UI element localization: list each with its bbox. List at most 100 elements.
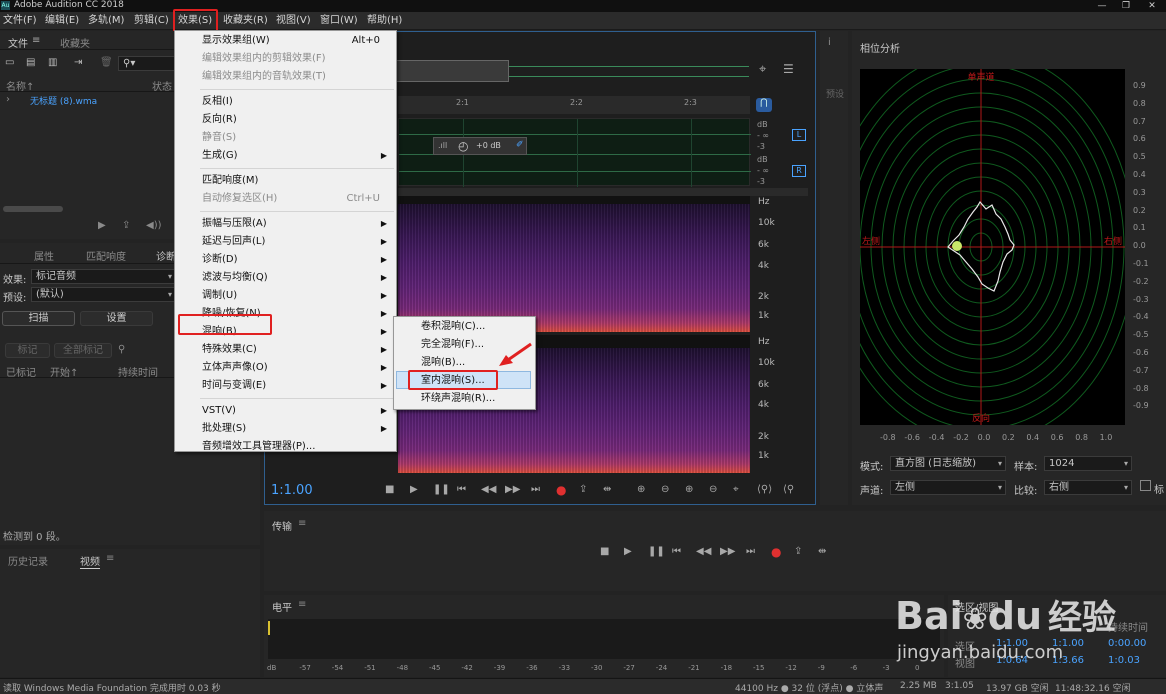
menu-effects[interactable]: 效果(S) xyxy=(178,15,212,27)
zoom-selection-icon[interactable]: ⟨⚲⟩ xyxy=(757,484,772,495)
clip-gain-hud[interactable]: .ıll ◴ +0 dB ✐ xyxy=(433,137,527,155)
tab-files[interactable]: 文件 xyxy=(8,35,28,50)
menu-view[interactable]: 视图(V) xyxy=(276,15,311,27)
zoom-fit-icon[interactable]: ⌖ xyxy=(759,62,766,77)
expand-icon[interactable]: › xyxy=(6,94,10,105)
effects-menu-item[interactable]: VST(V) ▶ xyxy=(175,402,396,420)
phase-plot[interactable]: 单声道 左侧 右侧 反向 xyxy=(860,69,1125,425)
files-search-input[interactable]: ⚲▾ xyxy=(118,56,178,71)
effects-menu-item[interactable]: 诊断(D) ▶ xyxy=(175,251,396,269)
mode-select[interactable]: 直方图 (日志缩放) ▾ xyxy=(890,456,1006,471)
tab-diagnostics[interactable]: 诊断 xyxy=(156,248,176,263)
effects-menu-item[interactable]: 振幅与压限(A) ▶ xyxy=(175,215,396,233)
reverb-submenu-item[interactable]: 环绕声混响(R)... xyxy=(394,390,535,408)
pause-icon[interactable]: ❚❚ xyxy=(648,546,665,557)
effects-menu-item[interactable]: 滤波与均衡(Q) ▶ xyxy=(175,269,396,287)
record-icon[interactable]: ● xyxy=(771,545,781,559)
effects-menu-item[interactable]: 时间与变调(E) ▶ xyxy=(175,377,396,395)
files-scrollbar[interactable] xyxy=(3,206,63,212)
scan-button[interactable]: 扫描 xyxy=(2,311,75,326)
loop-icon[interactable]: ⇪ xyxy=(579,484,587,495)
zoom-icon[interactable]: ⚲ xyxy=(118,344,125,355)
channel-right-toggle[interactable]: R xyxy=(792,165,806,177)
splitter-handle[interactable] xyxy=(398,188,808,196)
forward-icon[interactable]: ▶▶ xyxy=(720,546,735,557)
channel-left-toggle[interactable]: L xyxy=(792,129,806,141)
effects-menu-item[interactable]: 立体声声像(O) ▶ xyxy=(175,359,396,377)
zoom-out-amp-icon[interactable]: ⊖ xyxy=(661,484,669,495)
play-preview-icon[interactable]: ▶ xyxy=(98,220,106,231)
reverb-submenu-item[interactable]: 卷积混响(C)... xyxy=(394,318,535,336)
gain-knob-icon[interactable]: ◴ xyxy=(458,139,468,153)
delete-icon[interactable]: 🗑 xyxy=(100,57,113,68)
menu-clip[interactable]: 剪辑(C) xyxy=(134,15,169,27)
loop-preview-icon[interactable]: ⇪ xyxy=(122,220,130,231)
goto-end-icon[interactable]: ⏭ xyxy=(531,484,540,495)
sample-select[interactable]: 1024 ▾ xyxy=(1044,456,1132,471)
settings-button[interactable]: 设置 xyxy=(80,311,153,326)
stop-icon[interactable]: ■ xyxy=(385,484,394,495)
stop-icon[interactable]: ■ xyxy=(600,546,609,557)
zoom-in-time-icon[interactable]: ⊕ xyxy=(685,484,693,495)
effects-menu-item[interactable]: 混响(B) ▶ xyxy=(175,323,396,341)
list-icon[interactable]: ☰ xyxy=(783,62,794,76)
menu-multitrack[interactable]: 多轨(M) xyxy=(88,15,124,27)
view-duration[interactable]: 1:0.03 xyxy=(1108,655,1140,666)
tab-favorites[interactable]: 收藏夹 xyxy=(60,35,90,50)
effects-menu-item[interactable]: 音频增效工具管理器(P)... xyxy=(175,438,396,456)
snap-icon[interactable]: ⋂ xyxy=(756,98,772,112)
zoom-full-icon[interactable]: ⌖ xyxy=(733,484,739,495)
record-icon[interactable]: ● xyxy=(556,483,566,497)
play-icon[interactable]: ▶ xyxy=(624,546,632,557)
effects-menu-item[interactable]: 延迟与回声(L) ▶ xyxy=(175,233,396,251)
minimize-icon[interactable]: — xyxy=(1090,0,1114,12)
new-file-icon[interactable]: ▥ xyxy=(48,57,57,68)
panel-menu-icon[interactable]: ≡ xyxy=(298,518,306,529)
maximize-icon[interactable]: ❐ xyxy=(1114,0,1138,12)
compare-select[interactable]: 右侧 ▾ xyxy=(1044,480,1132,495)
goto-end-icon[interactable]: ⏭ xyxy=(746,546,755,557)
current-time[interactable]: 1:1.00 xyxy=(271,483,313,498)
play-icon[interactable]: ▶ xyxy=(410,484,418,495)
effects-menu-item[interactable]: 匹配响度(M) xyxy=(175,172,396,190)
zoom-icon[interactable]: ⟨⚲ xyxy=(783,484,794,495)
forward-icon[interactable]: ▶▶ xyxy=(505,484,520,495)
waveform-area[interactable]: .ıll ◴ +0 dB ✐ xyxy=(398,118,751,187)
effects-menu-item[interactable]: 批处理(S) ▶ xyxy=(175,420,396,438)
normalize-checkbox[interactable] xyxy=(1140,480,1151,491)
close-icon[interactable]: ✕ xyxy=(1140,0,1164,12)
open-file-icon[interactable]: ▭ xyxy=(5,57,14,68)
insert-icon[interactable]: ⇥ xyxy=(74,57,82,68)
skip-icon[interactable]: ⇹ xyxy=(603,484,611,495)
effect-select[interactable]: 标记音频 ▾ xyxy=(31,269,176,284)
preset-select[interactable]: (默认) ▾ xyxy=(31,287,176,302)
mark-all-button[interactable]: 全部标记 xyxy=(54,343,112,358)
overview-viewport[interactable] xyxy=(395,60,509,82)
channel-select[interactable]: 左侧 ▾ xyxy=(890,480,1006,495)
pause-icon[interactable]: ❚❚ xyxy=(433,484,450,495)
import-icon[interactable]: ▤ xyxy=(26,57,35,68)
effects-menu-item[interactable]: 特殊效果(C) ▶ xyxy=(175,341,396,359)
menu-file[interactable]: 文件(F) xyxy=(3,15,37,27)
skip-icon[interactable]: ⇹ xyxy=(818,546,826,557)
goto-start-icon[interactable]: ⏮ xyxy=(457,484,466,495)
mark-button[interactable]: 标记 xyxy=(5,343,50,358)
panel-menu-icon[interactable]: ≡ xyxy=(298,599,306,610)
effects-menu-item[interactable]: 生成(G) ▶ xyxy=(175,147,396,165)
reverb-submenu-item[interactable]: 室内混响(S)... xyxy=(394,372,535,390)
rewind-icon[interactable]: ◀◀ xyxy=(696,546,711,557)
effects-menu-item[interactable]: 显示效果组(W) Alt+0 xyxy=(175,32,396,50)
menu-edit[interactable]: 编辑(E) xyxy=(45,15,79,27)
menu-window[interactable]: 窗口(W) xyxy=(320,15,358,27)
sel-duration[interactable]: 0:00.00 xyxy=(1108,638,1146,649)
spectrogram-left[interactable] xyxy=(398,204,750,332)
zoom-out-time-icon[interactable]: ⊖ xyxy=(709,484,717,495)
panel-menu-icon[interactable]: ≡ xyxy=(106,553,114,564)
panel-menu-icon[interactable]: ≡ xyxy=(32,35,40,46)
effects-menu-item[interactable]: 调制(U) ▶ xyxy=(175,287,396,305)
rewind-icon[interactable]: ◀◀ xyxy=(481,484,496,495)
file-item[interactable]: 无标题 (8).wma xyxy=(30,94,97,107)
effects-menu-item[interactable]: 降噪/恢复(N) ▶ xyxy=(175,305,396,323)
menu-help[interactable]: 帮助(H) xyxy=(367,15,402,27)
tab-match-loudness[interactable]: 匹配响度 xyxy=(86,248,126,263)
